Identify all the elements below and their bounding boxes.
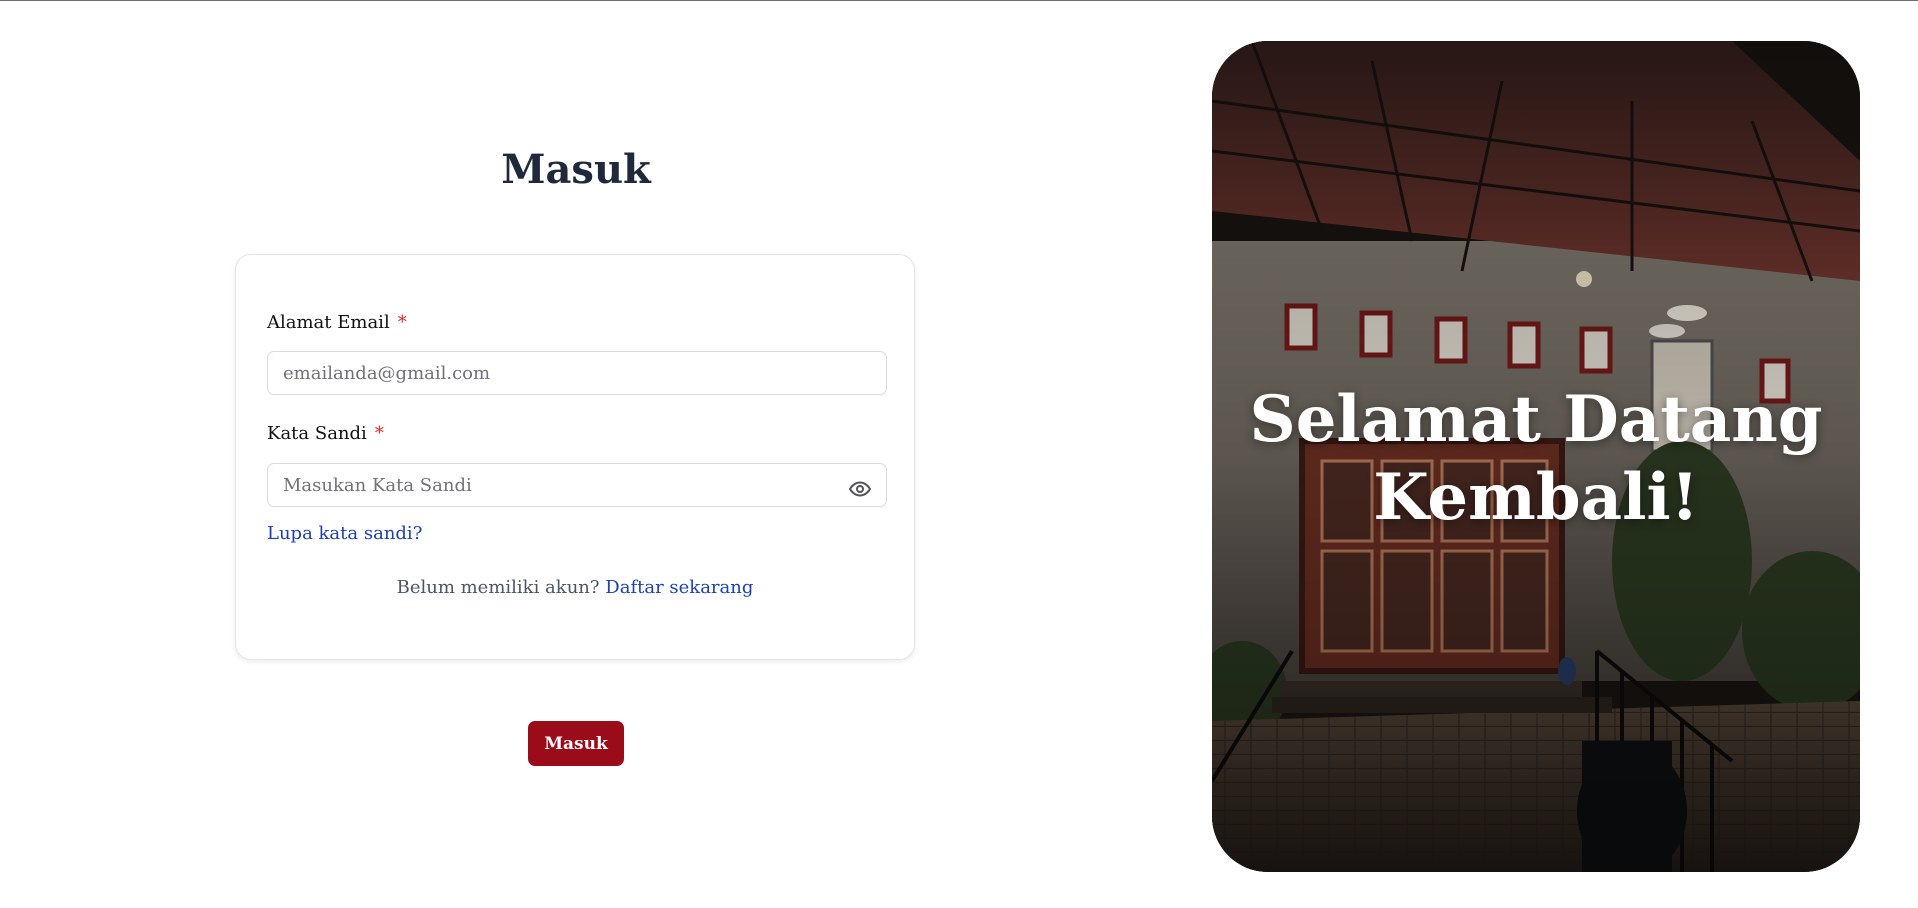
forgot-password-link[interactable]: Lupa kata sandi? xyxy=(267,523,422,544)
page-title: Masuk xyxy=(501,146,651,193)
password-required-mark: * xyxy=(374,423,384,444)
password-label-text: Kata Sandi xyxy=(267,423,367,444)
hero-heading-line2: Kembali! xyxy=(1373,460,1699,535)
hero-panel: Selamat Datang Kembali! xyxy=(1212,41,1860,872)
email-input[interactable] xyxy=(267,351,887,395)
hero-heading: Selamat Datang Kembali! xyxy=(1212,381,1860,537)
hero-heading-line1: Selamat Datang xyxy=(1249,382,1823,457)
top-border xyxy=(0,0,1918,1)
signup-prompt: Belum memiliki akun? xyxy=(396,577,600,598)
email-required-mark: * xyxy=(397,312,407,333)
submit-button[interactable]: Masuk xyxy=(528,721,624,766)
signup-row: Belum memiliki akun? Daftar sekarang xyxy=(236,577,914,598)
email-label: Alamat Email * xyxy=(267,312,407,333)
signup-link[interactable]: Daftar sekarang xyxy=(605,577,753,598)
login-card: Alamat Email * Kata Sandi * Lupa kata sand… xyxy=(235,254,915,660)
password-input[interactable] xyxy=(267,463,887,507)
email-label-text: Alamat Email xyxy=(267,312,390,333)
eye-icon[interactable] xyxy=(846,475,874,503)
password-label: Kata Sandi * xyxy=(267,423,384,444)
